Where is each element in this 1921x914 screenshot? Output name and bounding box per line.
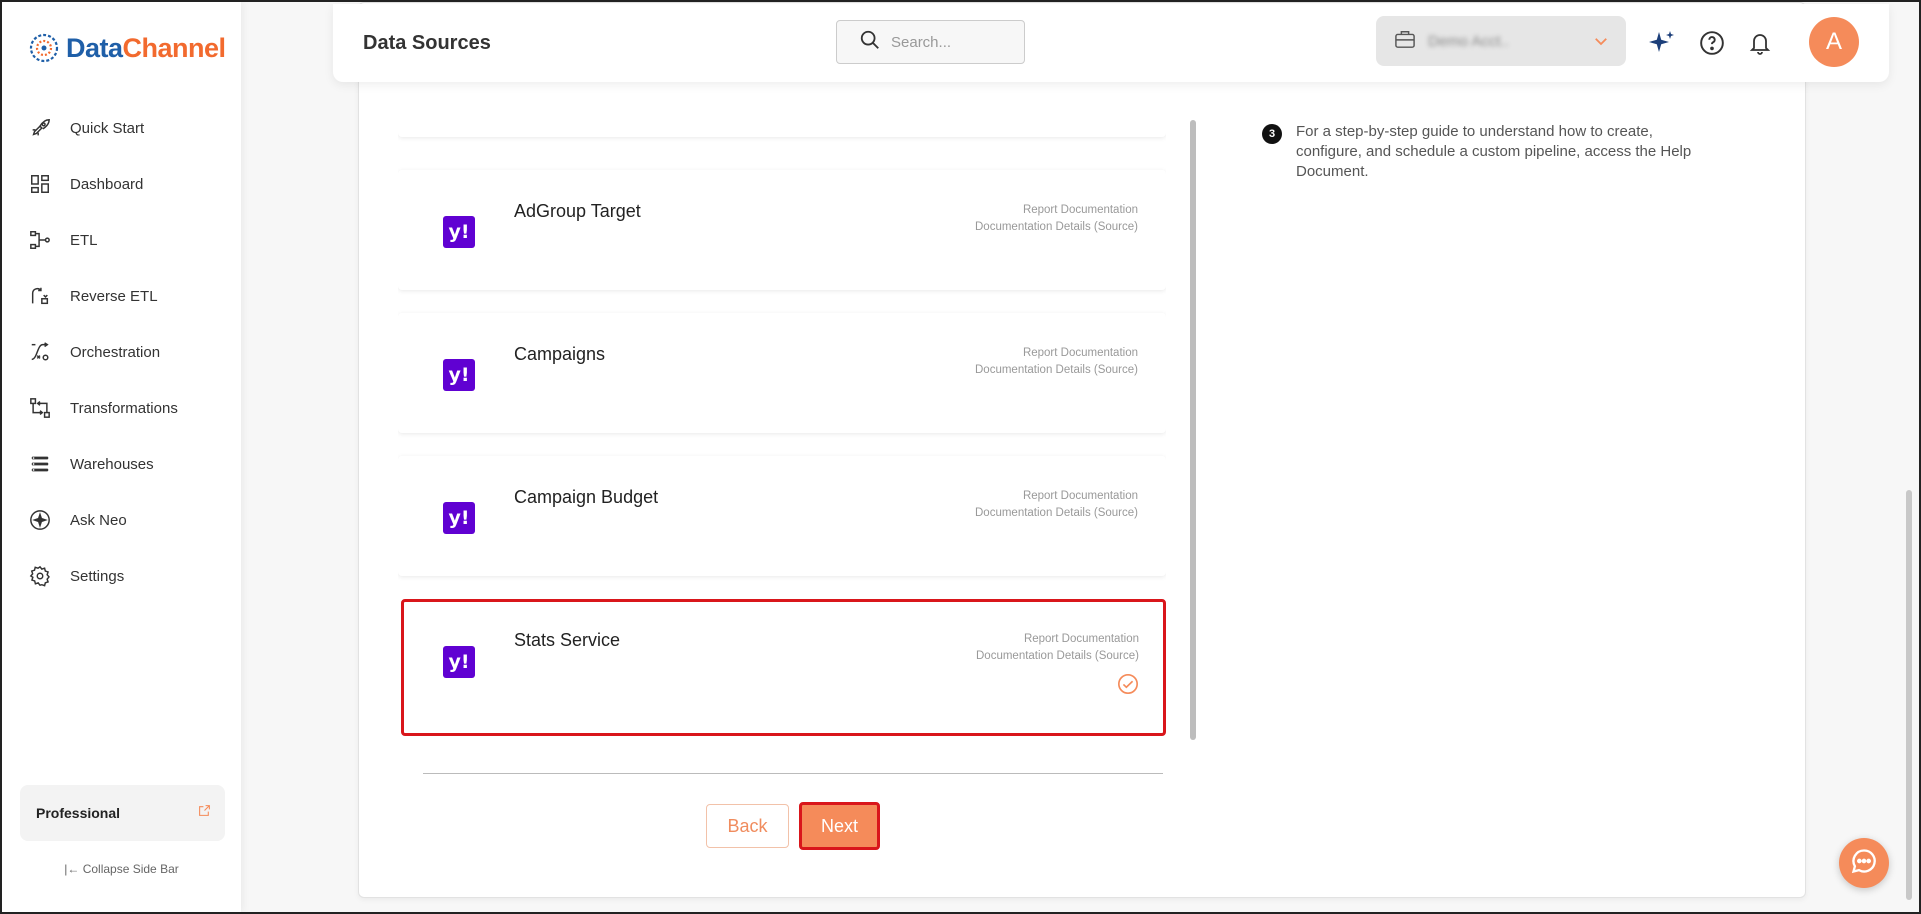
yahoo-icon: y! bbox=[443, 646, 475, 678]
logo-text: DataChannel bbox=[66, 32, 226, 63]
report-documentation-link[interactable]: Report Documentation bbox=[975, 202, 1138, 219]
report-card[interactable]: y! Campaign Budget Report Documentation … bbox=[398, 456, 1166, 576]
divider bbox=[423, 773, 1163, 774]
sidebar-item-label: Orchestration bbox=[70, 343, 161, 361]
report-documentation-link[interactable]: Report Documentation bbox=[975, 488, 1138, 505]
sidebar-item-reverse-etl[interactable]: Reverse ETL bbox=[2, 268, 241, 324]
search-icon bbox=[859, 29, 881, 56]
collapse-icon: |← bbox=[64, 862, 83, 876]
help-icon[interactable] bbox=[1697, 28, 1727, 58]
report-links: Report Documentation Documentation Detai… bbox=[976, 631, 1139, 665]
plan-card[interactable]: Professional bbox=[20, 785, 225, 841]
chat-bubble-icon bbox=[1850, 847, 1878, 880]
sidebar-item-etl[interactable]: ETL bbox=[2, 212, 241, 268]
avatar[interactable]: A bbox=[1809, 17, 1859, 67]
report-title: Campaigns bbox=[514, 344, 606, 364]
orchestration-icon bbox=[28, 340, 52, 364]
chevron-down-icon bbox=[1592, 32, 1610, 55]
report-documentation-link[interactable]: Report Documentation bbox=[976, 631, 1139, 648]
report-card-partial[interactable] bbox=[398, 82, 1166, 137]
sidebar-item-label: Ask Neo bbox=[70, 511, 127, 529]
logo-globe-icon bbox=[28, 32, 60, 64]
datachannel-logo[interactable]: DataChannel bbox=[28, 32, 226, 64]
sidebar-item-orchestration[interactable]: Orchestration bbox=[2, 324, 241, 380]
report-card-selected[interactable]: y! Stats Service Report Documentation Do… bbox=[401, 599, 1166, 736]
report-title: Campaign Budget bbox=[514, 487, 659, 507]
sidebar-item-label: Quick Start bbox=[70, 119, 145, 137]
sidebar-item-transformations[interactable]: Transformations bbox=[2, 380, 241, 436]
sidebar-nav: Quick Start Dashboard ETL Reverse ETL Or… bbox=[2, 100, 241, 604]
top-header: Data Sources Search... Demo Acct.. A bbox=[333, 4, 1889, 82]
sparkle-icon bbox=[28, 508, 52, 532]
search-placeholder: Search... bbox=[891, 33, 952, 51]
sidebar-item-label: Warehouses bbox=[70, 455, 154, 473]
sidebar-item-dashboard[interactable]: Dashboard bbox=[2, 156, 241, 212]
yahoo-icon: y! bbox=[443, 216, 475, 248]
report-title: Stats Service bbox=[514, 630, 621, 650]
documentation-details-link[interactable]: Documentation Details (Source) bbox=[975, 219, 1138, 236]
report-card[interactable]: y! AdGroup Target Report Documentation D… bbox=[398, 170, 1166, 290]
report-links: Report Documentation Documentation Detai… bbox=[975, 345, 1138, 379]
report-links: Report Documentation Documentation Detai… bbox=[975, 488, 1138, 522]
report-list: y! AdGroup Target Report Documentation D… bbox=[398, 82, 1166, 742]
next-button[interactable]: Next bbox=[799, 802, 880, 850]
page-title: Data Sources bbox=[363, 32, 491, 54]
documentation-details-link[interactable]: Documentation Details (Source) bbox=[976, 648, 1139, 665]
help-tip-text: For a step-by-step guide to understand h… bbox=[1296, 123, 1692, 180]
sidebar-item-label: Transformations bbox=[70, 399, 178, 417]
sidebar-item-label: ETL bbox=[70, 231, 98, 249]
documentation-details-link[interactable]: Documentation Details (Source) bbox=[975, 362, 1138, 379]
plan-label: Professional bbox=[36, 805, 121, 821]
bell-icon[interactable] bbox=[1745, 28, 1775, 58]
step-number-badge: 3 bbox=[1262, 124, 1282, 144]
workspace-name: Demo Acct.. bbox=[1428, 32, 1509, 50]
warehouses-icon bbox=[28, 452, 52, 476]
external-link-icon[interactable] bbox=[198, 804, 211, 822]
sidebar-item-label: Reverse ETL bbox=[70, 287, 158, 305]
briefcase-icon bbox=[1394, 29, 1416, 54]
help-tip: 3 For a step-by-step guide to understand… bbox=[1262, 122, 1716, 182]
sidebar-item-ask-neo[interactable]: Ask Neo bbox=[2, 492, 241, 548]
documentation-details-link[interactable]: Documentation Details (Source) bbox=[975, 505, 1138, 522]
report-links: Report Documentation Documentation Detai… bbox=[975, 202, 1138, 236]
page-scrollbar[interactable] bbox=[1906, 490, 1912, 900]
ai-sparkle-icon[interactable] bbox=[1647, 28, 1677, 58]
report-card[interactable]: y! Campaigns Report Documentation Docume… bbox=[398, 313, 1166, 433]
list-scrollbar[interactable] bbox=[1190, 120, 1196, 740]
collapse-sidebar-button[interactable]: |← Collapse Side Bar bbox=[2, 862, 241, 876]
report-documentation-link[interactable]: Report Documentation bbox=[975, 345, 1138, 362]
dashboard-icon bbox=[28, 172, 52, 196]
workspace-selector[interactable]: Demo Acct.. bbox=[1376, 16, 1626, 66]
gear-icon bbox=[28, 564, 52, 588]
sidebar-item-settings[interactable]: Settings bbox=[2, 548, 241, 604]
sidebar-item-label: Settings bbox=[70, 567, 125, 585]
sidebar-item-quick-start[interactable]: Quick Start bbox=[2, 100, 241, 156]
etl-icon bbox=[28, 228, 52, 252]
yahoo-icon: y! bbox=[443, 359, 475, 391]
check-circle-icon bbox=[1117, 673, 1139, 700]
rocket-icon bbox=[28, 116, 52, 140]
back-button[interactable]: Back bbox=[706, 804, 789, 848]
sidebar-item-warehouses[interactable]: Warehouses bbox=[2, 436, 241, 492]
sidebar: DataChannel Quick Start Dashboard ETL Re… bbox=[2, 2, 241, 912]
report-title: AdGroup Target bbox=[514, 201, 641, 221]
sidebar-item-label: Dashboard bbox=[70, 175, 144, 193]
chat-button[interactable] bbox=[1839, 838, 1889, 888]
yahoo-icon: y! bbox=[443, 502, 475, 534]
reverse-etl-icon bbox=[28, 284, 52, 308]
transformations-icon bbox=[28, 396, 52, 420]
search-input[interactable]: Search... bbox=[836, 20, 1025, 64]
collapse-label: Collapse Side Bar bbox=[82, 862, 179, 876]
